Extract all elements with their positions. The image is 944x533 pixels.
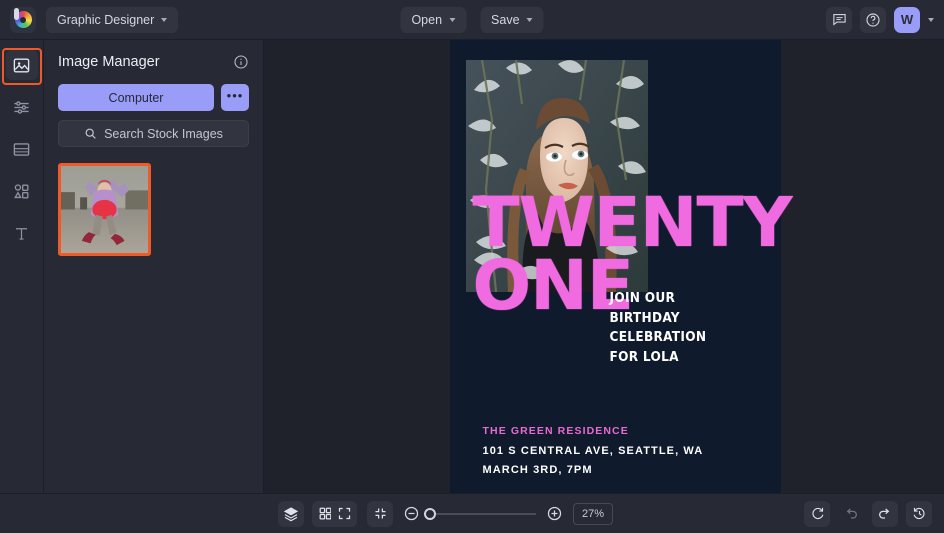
save-button[interactable]: Save — [480, 6, 544, 33]
venue-address: 101 S CENTRAL AVE, SEATTLE, WA — [482, 445, 704, 457]
fit-screen-icon — [338, 507, 350, 520]
panel-header: Image Manager — [58, 54, 249, 70]
zoom-level-value[interactable]: 27% — [573, 502, 613, 525]
zoom-in-button[interactable] — [546, 505, 563, 522]
sidebar-item-image-manager[interactable] — [5, 50, 38, 80]
feedback-button[interactable] — [826, 6, 852, 33]
more-sources-button[interactable]: ••• — [221, 84, 249, 111]
fit-to-screen-button[interactable] — [331, 500, 357, 527]
image-manager-panel: Image Manager Computer ••• Search Stock … — [44, 40, 264, 493]
layers-button[interactable] — [278, 500, 304, 527]
top-toolbar: Graphic Designer Open Save W — [0, 0, 944, 40]
workspace-label: Graphic Designer — [57, 12, 155, 27]
poster-artboard[interactable]: TWENTY ONE JOIN OUR BIRTHDAY CELEBRATION… — [449, 40, 793, 493]
colorwheel-logo[interactable] — [10, 6, 36, 33]
subtext-line-2: BIRTHDAY — [609, 309, 680, 326]
file-actions: Open Save — [400, 6, 544, 33]
undo-icon — [846, 508, 857, 519]
poster-footer[interactable]: THE GREEN RESIDENCE 101 S CENTRAL AVE, S… — [483, 425, 704, 483]
shapes-icon — [14, 183, 29, 199]
workspace-selector[interactable]: Graphic Designer — [46, 6, 179, 33]
undo-button[interactable] — [838, 501, 864, 527]
chevron-down-icon — [526, 17, 533, 22]
history-button[interactable] — [906, 500, 932, 527]
subtext-line-1: JOIN OUR — [609, 290, 676, 306]
help-button[interactable] — [860, 6, 886, 33]
logo-mark — [13, 8, 32, 28]
account-chevron-down-icon[interactable] — [928, 17, 934, 22]
sidebar-item-shapes[interactable] — [6, 176, 38, 206]
computer-upload-button[interactable]: Computer — [58, 84, 214, 111]
open-button[interactable]: Open — [400, 6, 467, 33]
view-mode-buttons — [278, 500, 338, 527]
zoom-out-button[interactable] — [403, 505, 420, 522]
poster-subtext[interactable]: JOIN OUR BIRTHDAY CELEBRATION FOR LOLA — [610, 289, 707, 367]
avatar[interactable]: W — [894, 6, 920, 33]
zoom-slider-handle[interactable] — [424, 507, 436, 520]
chat-icon — [832, 13, 846, 26]
reset-button[interactable] — [804, 500, 830, 527]
search-icon — [85, 128, 96, 139]
collapse-view-button[interactable] — [367, 500, 393, 527]
sidebar-item-layouts[interactable] — [6, 134, 38, 164]
redo-icon — [879, 508, 890, 519]
history-icon — [913, 507, 925, 520]
redo-button[interactable] — [872, 500, 898, 527]
subtext-line-4: FOR LOLA — [609, 348, 679, 365]
zoom-controls: 27% — [331, 500, 613, 527]
chevron-down-icon — [161, 17, 168, 22]
tool-rail — [0, 40, 44, 493]
save-label: Save — [491, 12, 520, 27]
history-controls — [804, 500, 932, 527]
subtext-line-3: CELEBRATION — [609, 329, 707, 346]
search-placeholder-text: Search Stock Images — [104, 126, 223, 141]
event-datetime: MARCH 3RD, 7PM — [482, 464, 593, 476]
layout-icon — [13, 142, 30, 156]
source-buttons: Computer ••• — [58, 84, 249, 111]
sliders-icon — [14, 100, 29, 114]
reset-icon — [811, 507, 823, 520]
account-actions: W — [826, 6, 934, 33]
zoom-slider[interactable] — [424, 507, 536, 520]
app-window: Graphic Designer Open Save W Image Manag… — [0, 0, 944, 533]
help-icon — [866, 12, 880, 27]
open-label: Open — [411, 12, 443, 27]
text-icon — [15, 227, 28, 240]
design-canvas[interactable]: TWENTY ONE JOIN OUR BIRTHDAY CELEBRATION… — [264, 40, 944, 493]
bottom-toolbar: 27% — [0, 493, 944, 533]
chevron-down-icon — [449, 17, 456, 22]
collapse-icon — [375, 508, 385, 519]
search-stock-images-input[interactable]: Search Stock Images — [58, 120, 249, 147]
thumbnail-preview — [61, 166, 148, 253]
sidebar-item-text[interactable] — [6, 218, 38, 248]
info-icon[interactable] — [233, 54, 249, 70]
image-icon — [13, 57, 30, 73]
app-body: Image Manager Computer ••• Search Stock … — [0, 40, 944, 493]
panel-title: Image Manager — [58, 54, 160, 70]
sidebar-item-adjustments[interactable] — [6, 92, 38, 122]
venue-name: THE GREEN RESIDENCE — [482, 425, 629, 437]
layers-icon — [283, 506, 299, 521]
uploaded-image-thumbnail[interactable] — [58, 163, 151, 256]
